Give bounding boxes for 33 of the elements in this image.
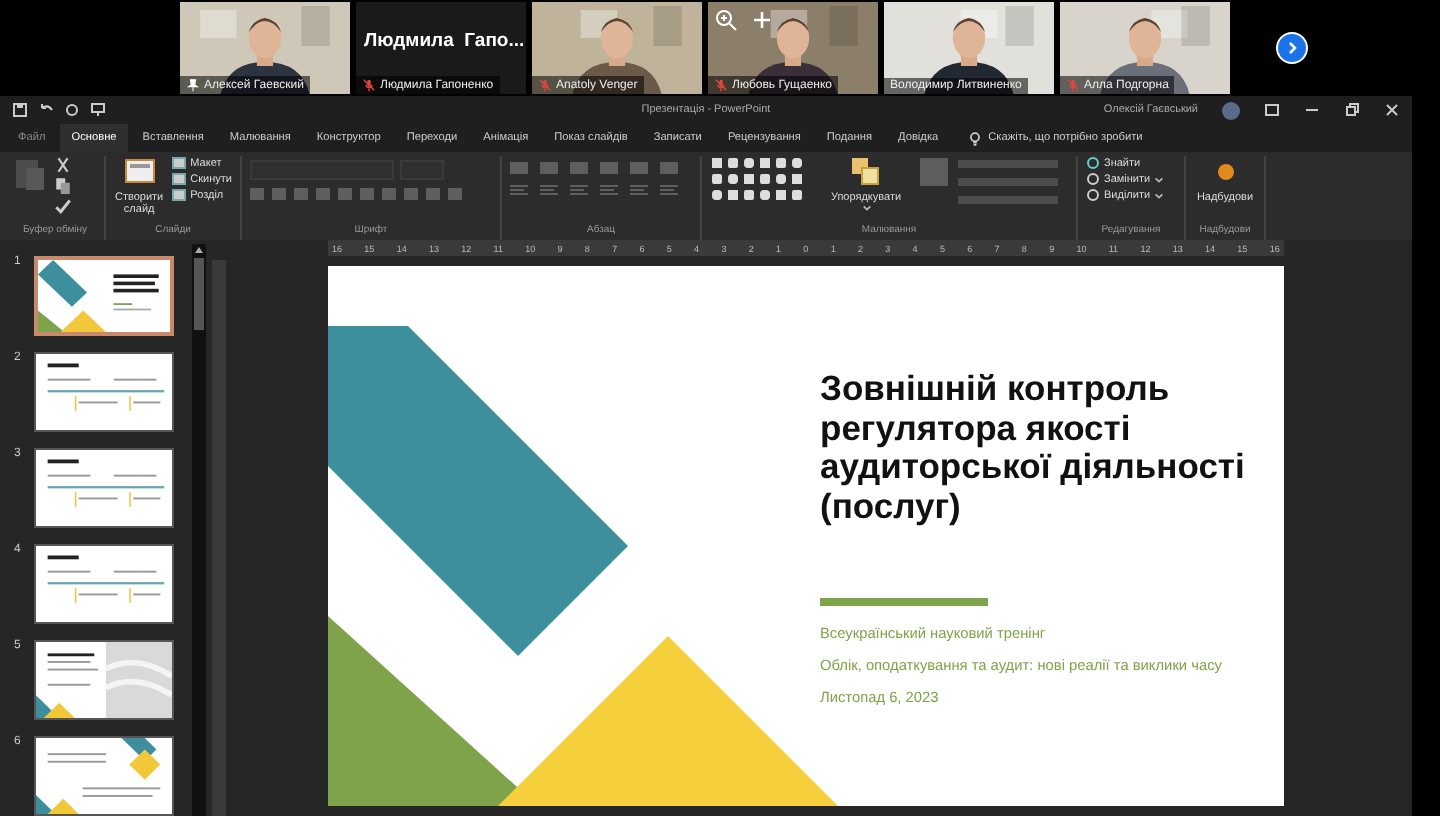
slide-thumbnail[interactable] xyxy=(34,352,174,432)
slide-thumbnail[interactable] xyxy=(34,256,174,336)
close-icon[interactable] xyxy=(1384,102,1400,118)
avatar-icon[interactable] xyxy=(1222,101,1240,119)
muted-mic-icon xyxy=(362,78,376,92)
caret-icon xyxy=(861,204,871,212)
muted-mic-icon xyxy=(538,78,552,92)
scrollbar[interactable] xyxy=(192,244,206,816)
format-painter-icon xyxy=(54,196,72,214)
ribbon-display-icon[interactable] xyxy=(1264,102,1280,118)
slide-thumbnail[interactable] xyxy=(34,736,174,816)
slide-thumbnail[interactable] xyxy=(34,544,174,624)
scroll-up-icon[interactable] xyxy=(194,246,204,254)
restore-icon[interactable] xyxy=(1344,102,1360,118)
slide-thumbnail[interactable] xyxy=(34,640,174,720)
slide-thumbnail[interactable] xyxy=(34,448,174,528)
chevron-icon xyxy=(1284,40,1300,56)
next-page-button[interactable] xyxy=(1276,32,1308,64)
participant-caption: Людмила Гапо... xyxy=(364,30,522,52)
paste-icon xyxy=(14,156,46,192)
presentation-icon[interactable] xyxy=(90,102,106,118)
muted-mic-icon xyxy=(1066,78,1080,92)
slide-title: Зовнішній контроль регулятора якості аудиторської діяльності (послуг) xyxy=(820,370,1247,527)
plus-icon[interactable] xyxy=(750,8,774,32)
slide-icon xyxy=(123,156,156,188)
pin-icon xyxy=(186,78,200,92)
cut-icon xyxy=(54,156,72,174)
lightbulb-icon xyxy=(968,131,983,145)
arrange-icon xyxy=(850,156,882,188)
muted-mic-icon xyxy=(714,78,728,92)
copy-icon xyxy=(54,176,72,194)
save-icon[interactable] xyxy=(12,102,28,118)
zoom-icon[interactable] xyxy=(714,8,738,32)
